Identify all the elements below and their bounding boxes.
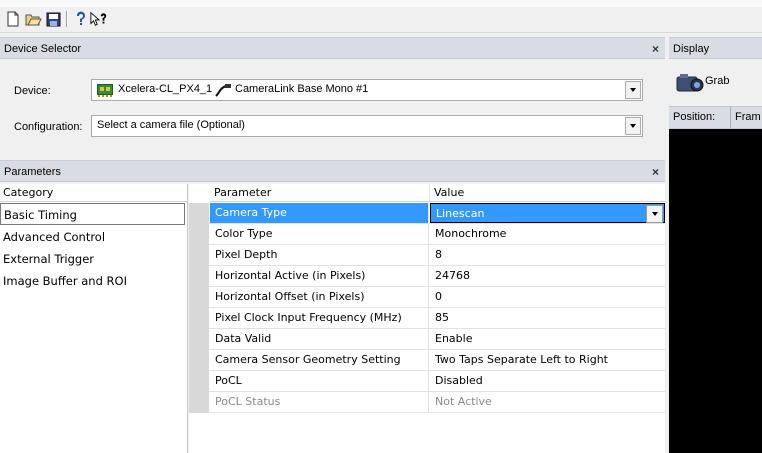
table-row[interactable]: Horizontal Offset (in Pixels) 0 xyxy=(189,287,665,308)
parameter-name: Pixel Clock Input Frequency (MHz) xyxy=(210,308,429,328)
parameter-value[interactable]: 0 xyxy=(430,287,665,307)
configuration-label: Configuration: xyxy=(14,121,83,133)
frame-grabber-icon xyxy=(97,84,113,100)
column-header-parameter: Parameter xyxy=(210,184,430,202)
row-gutter xyxy=(189,287,209,308)
parameter-name: Camera Type xyxy=(210,203,429,223)
parameter-name: Horizontal Offset (in Pixels) xyxy=(210,287,429,307)
table-row[interactable]: Camera Type Linescan xyxy=(189,203,665,224)
table-row[interactable]: Horizontal Active (in Pixels) 24768 xyxy=(189,266,665,287)
status-strip: Position: Fram xyxy=(669,106,762,129)
display-panel: Display Grab Position: Fram xyxy=(669,37,762,453)
device-dropdown-button[interactable] xyxy=(625,81,641,99)
parameter-name: Camera Sensor Geometry Setting xyxy=(210,350,429,370)
display-header: Display xyxy=(669,37,762,59)
context-help-icon[interactable] xyxy=(90,10,108,28)
table-row: PoCL Status Not Active xyxy=(189,392,665,413)
status-divider xyxy=(730,107,731,128)
parameter-name: Color Type xyxy=(210,224,429,244)
device-selector-body xyxy=(0,59,665,156)
device-value: Xcelera-CL_PX4_1 xyxy=(118,83,213,95)
grab-label: Grab xyxy=(705,75,730,87)
parameter-value: Linescan xyxy=(436,207,485,220)
parameter-name: PoCL Status xyxy=(210,392,429,412)
device-selector-close-button[interactable]: × xyxy=(652,38,659,60)
chevron-down-icon xyxy=(651,212,658,216)
row-gutter xyxy=(189,392,209,413)
configuration-combo[interactable]: Select a camera file (Optional) xyxy=(91,115,643,137)
configuration-value: Select a camera file (Optional) xyxy=(97,119,245,131)
table-row[interactable]: Pixel Clock Input Frequency (MHz) 85 xyxy=(189,308,665,329)
row-gutter xyxy=(189,266,209,287)
table-row[interactable]: Pixel Depth 8 xyxy=(189,245,665,266)
parameter-name: Pixel Depth xyxy=(210,245,429,265)
help-icon[interactable] xyxy=(72,10,90,28)
value-dropdown-button[interactable] xyxy=(646,205,663,223)
row-gutter xyxy=(189,350,209,371)
save-disk-icon[interactable] xyxy=(44,10,62,28)
parameter-value: Not Active xyxy=(435,395,492,408)
row-gutter xyxy=(189,329,209,350)
parameter-name: PoCL xyxy=(210,371,429,391)
device-selector-title: Device Selector xyxy=(4,43,82,55)
camera-icon xyxy=(675,71,705,98)
table-row[interactable]: PoCL Disabled xyxy=(189,371,665,392)
parameter-value[interactable]: 24768 xyxy=(430,266,665,286)
parameter-grid: Parameter Value Camera Type Linescan Col… xyxy=(189,184,665,453)
category-external-trigger[interactable]: External Trigger xyxy=(0,248,185,270)
column-header-value: Value xyxy=(430,184,665,202)
open-folder-icon[interactable] xyxy=(24,10,42,28)
row-gutter xyxy=(189,224,209,245)
parameters-title: Parameters xyxy=(4,166,61,178)
new-document-icon[interactable] xyxy=(4,10,22,28)
table-row[interactable]: Camera Sensor Geometry Setting Two Taps … xyxy=(189,350,665,371)
row-gutter xyxy=(189,203,209,224)
frame-label: Fram xyxy=(735,111,761,123)
category-advanced-control[interactable]: Advanced Control xyxy=(0,226,185,248)
parameters-header: Parameters × xyxy=(0,160,665,182)
category-image-buffer-roi[interactable]: Image Buffer and ROI xyxy=(0,270,185,292)
category-header: Category xyxy=(0,184,187,202)
parameter-value[interactable]: 8 xyxy=(430,245,665,265)
configuration-dropdown-button[interactable] xyxy=(625,117,641,135)
grab-button[interactable]: Grab xyxy=(675,67,755,101)
position-label: Position: xyxy=(673,111,716,123)
camera-cable-icon xyxy=(214,83,232,101)
parameter-value[interactable]: Monochrome xyxy=(430,224,665,244)
parameter-value[interactable]: Enable xyxy=(430,329,665,349)
device-subvalue: CameraLink Base Mono #1 xyxy=(235,83,369,95)
parameter-value-combo[interactable]: Linescan xyxy=(430,203,665,223)
table-row[interactable]: Color Type Monochrome xyxy=(189,224,665,245)
row-gutter xyxy=(189,308,209,329)
parameter-value[interactable]: 85 xyxy=(430,308,665,328)
toolbar xyxy=(0,0,762,33)
parameter-name: Data Valid xyxy=(210,329,429,349)
device-combo[interactable]: Xcelera-CL_PX4_1 CameraLink Base Mono #1 xyxy=(91,79,643,101)
category-list: Category Basic Timing Advanced Control E… xyxy=(0,184,188,453)
device-label: Device: xyxy=(14,85,51,97)
toolbar-top-strip xyxy=(0,0,762,7)
display-title: Display xyxy=(673,43,710,55)
parameter-value[interactable]: Disabled xyxy=(430,371,665,391)
table-row[interactable]: Data Valid Enable xyxy=(189,329,665,350)
parameter-name: Horizontal Active (in Pixels) xyxy=(210,266,429,286)
chevron-down-icon xyxy=(630,88,636,92)
chevron-down-icon xyxy=(630,124,636,128)
row-gutter xyxy=(189,371,209,392)
image-display-area[interactable] xyxy=(669,129,762,453)
category-basic-timing[interactable]: Basic Timing xyxy=(0,203,185,225)
device-selector-header: Device Selector × xyxy=(0,37,665,59)
row-gutter xyxy=(189,245,209,266)
parameters-close-button[interactable]: × xyxy=(652,161,659,183)
toolbar-separator xyxy=(66,11,68,27)
parameter-value[interactable]: Two Taps Separate Left to Right xyxy=(430,350,665,370)
